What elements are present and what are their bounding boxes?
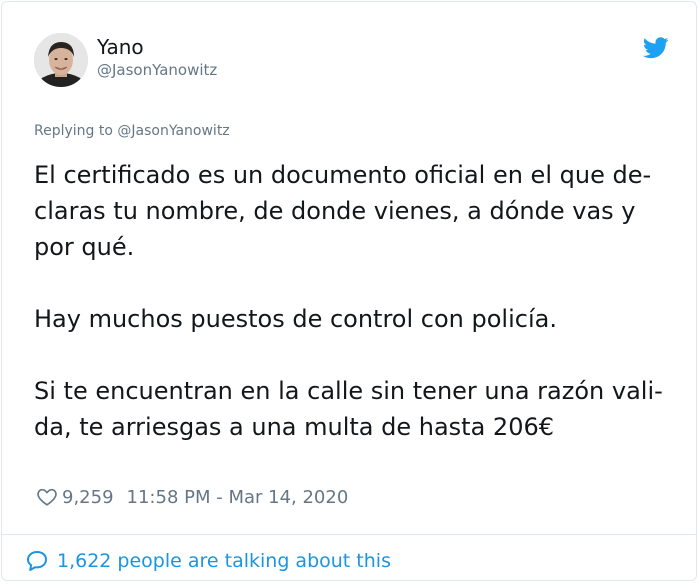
divider bbox=[2, 534, 696, 535]
heart-icon[interactable] bbox=[36, 486, 58, 508]
conversation-link[interactable]: 1,622 people are talking about this bbox=[25, 548, 391, 574]
conversation-text: 1,622 people are talking about this bbox=[57, 550, 391, 572]
tweet-card: Yano @JasonYanowitz Replying to @JasonYa… bbox=[1, 1, 697, 581]
like-count[interactable]: 9,259 bbox=[62, 487, 114, 508]
tweet-line: da, te arriesgas a una multa de hasta 20… bbox=[34, 413, 555, 441]
tweet-text: El certificado es un documento oficial e… bbox=[34, 157, 670, 445]
author-name[interactable]: Yano bbox=[97, 35, 144, 59]
tweet-line-blank bbox=[34, 265, 670, 301]
avatar[interactable] bbox=[34, 33, 88, 87]
replying-handle-link[interactable]: @JasonYanowitz bbox=[117, 123, 229, 139]
speech-bubble-icon bbox=[25, 549, 49, 573]
tweet-line-blank bbox=[34, 337, 670, 373]
timestamp[interactable]: 11:58 PM - Mar 14, 2020 bbox=[127, 487, 349, 508]
tweet-meta: 9,259 11:58 PM - Mar 14, 2020 bbox=[36, 485, 348, 509]
twitter-bird-icon[interactable] bbox=[642, 37, 669, 59]
tweet-line: por qué. bbox=[34, 233, 135, 261]
tweet-line: Hay muchos puestos de control con policí… bbox=[34, 305, 557, 333]
replying-to: Replying to @JasonYanowitz bbox=[34, 123, 230, 140]
replying-prefix: Replying to bbox=[34, 123, 118, 139]
author-handle[interactable]: @JasonYanowitz bbox=[97, 61, 217, 79]
tweet-line: Si te encuentran en la calle sin tener u… bbox=[34, 377, 663, 405]
tweet-line: El certificado es un documento oficial e… bbox=[34, 161, 652, 189]
tweet-line: claras tu nombre, de donde vienes, a dón… bbox=[34, 197, 636, 225]
